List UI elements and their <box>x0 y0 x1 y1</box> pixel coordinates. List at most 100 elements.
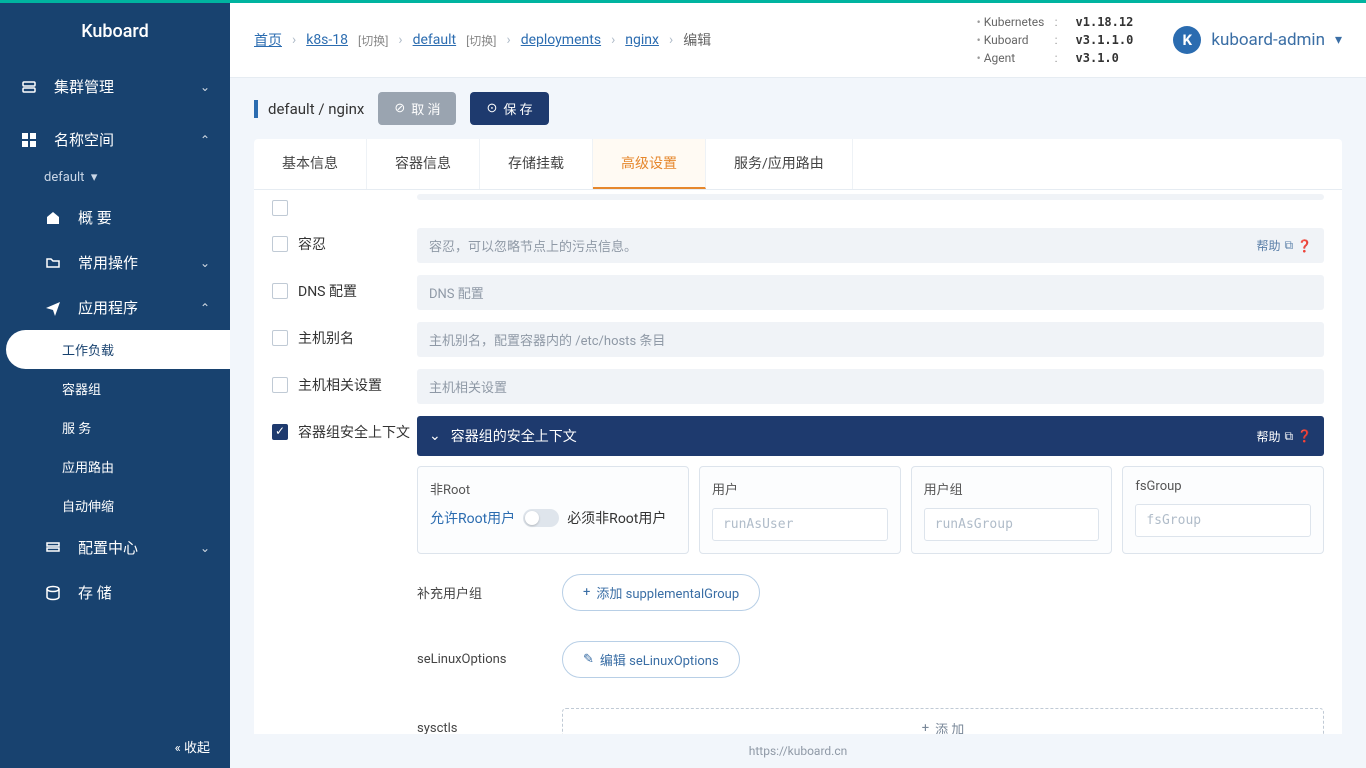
nav-hpa[interactable]: 自动伸缩 <box>0 486 230 525</box>
page-title: default / nginx <box>254 100 364 118</box>
nav-namespace[interactable]: 名称空间 ⌃ <box>0 113 230 166</box>
avatar: K <box>1173 26 1201 54</box>
card-title: 用户组 <box>924 479 1100 498</box>
placeholder-hostset[interactable]: 主机相关设置 <box>417 369 1324 404</box>
nav-label: 集群管理 <box>54 76 114 97</box>
collapse-button[interactable]: « 收起 <box>0 725 230 768</box>
bc-switch[interactable]: [切换] <box>466 32 496 49</box>
bc-action: 编辑 <box>683 30 711 50</box>
checkbox-dns[interactable] <box>272 283 288 299</box>
label-hostalias: 主机别名 <box>298 328 354 348</box>
label-toleration: 容忍 <box>298 234 326 254</box>
tab-service[interactable]: 服务/应用路由 <box>706 139 853 189</box>
nav-label: 配置中心 <box>78 537 138 558</box>
card-group: 用户组 <box>911 466 1113 554</box>
help-link[interactable]: 帮助 ⧉ ❓ <box>1256 237 1312 254</box>
bc-switch[interactable]: [切换] <box>358 32 388 49</box>
tab-basic[interactable]: 基本信息 <box>254 139 367 189</box>
label-sysctls: sysctls <box>417 721 562 734</box>
chevron-right-icon: › <box>292 32 296 48</box>
close-icon: ⊘ <box>394 101 405 116</box>
version-list: Kubernetes: v1.18.12 Kuboard: v3.1.1.0 A… <box>977 13 1134 67</box>
home-icon <box>44 209 62 227</box>
fsgroup-input[interactable] <box>1135 504 1311 537</box>
chevron-up-icon: ⌃ <box>200 301 210 315</box>
caret-down-icon: ▾ <box>1335 32 1342 48</box>
edit-icon: ✎ <box>583 652 594 667</box>
label-supp: 补充用户组 <box>417 583 562 602</box>
runasgroup-input[interactable] <box>924 508 1100 541</box>
send-icon <box>44 299 62 317</box>
chevron-down-icon: ⌄ <box>200 256 210 270</box>
grid-icon <box>20 131 38 149</box>
add-supplemental-button[interactable]: +添加 supplementalGroup <box>562 574 760 611</box>
nav-overview[interactable]: 概 要 <box>0 195 230 240</box>
layers-icon <box>20 78 38 96</box>
folder-icon <box>44 254 62 272</box>
nav-services[interactable]: 服 务 <box>0 408 230 447</box>
help-link[interactable]: 帮助 ⧉ ❓ <box>1256 428 1312 445</box>
nav-pods[interactable]: 容器组 <box>0 369 230 408</box>
user-menu[interactable]: K kuboard-admin ▾ <box>1173 26 1342 54</box>
card-nonroot: 非Root 允许Root用户 必须非Root用户 <box>417 466 689 554</box>
nav-label: 应用程序 <box>78 297 138 318</box>
bc-name[interactable]: nginx <box>625 32 659 48</box>
external-icon: ⧉ <box>1284 429 1293 444</box>
security-header[interactable]: ⌄ 容器组的安全上下文 帮助 ⧉ ❓ <box>417 416 1324 456</box>
bc-home[interactable]: 首页 <box>254 30 282 50</box>
nav-label: 常用操作 <box>78 252 138 273</box>
footer-link[interactable]: https://kuboard.cn <box>230 734 1366 768</box>
placeholder-hostalias[interactable]: 主机别名，配置容器内的 /etc/hosts 条目 <box>417 322 1324 357</box>
placeholder-dns[interactable]: DNS 配置 <box>417 275 1324 310</box>
external-icon: ⧉ <box>1284 238 1293 253</box>
nav-ns-current[interactable]: default ▾ <box>0 166 230 195</box>
tab-advanced[interactable]: 高级设置 <box>593 139 706 189</box>
logo: Kuboard <box>0 3 230 60</box>
chevron-right-icon: › <box>507 32 511 48</box>
save-button[interactable]: ⊙保 存 <box>470 92 548 125</box>
checkbox-hostalias[interactable] <box>272 330 288 346</box>
checkbox-hostset[interactable] <box>272 377 288 393</box>
tab-storage[interactable]: 存储挂载 <box>480 139 593 189</box>
card-title: 非Root <box>430 479 676 498</box>
add-sysctl-button[interactable]: +添 加 <box>562 708 1324 734</box>
checkbox[interactable] <box>272 200 288 216</box>
nav-common[interactable]: 常用操作 ⌄ <box>0 240 230 285</box>
nav-workloads[interactable]: 工作负载 <box>6 330 230 369</box>
bc-cluster[interactable]: k8s-18 <box>306 32 348 48</box>
card-user: 用户 <box>699 466 901 554</box>
question-icon: ❓ <box>1297 429 1312 443</box>
chevron-right-icon: › <box>611 32 615 48</box>
edit-selinux-button[interactable]: ✎编辑 seLinuxOptions <box>562 641 740 678</box>
nav-ingress[interactable]: 应用路由 <box>0 447 230 486</box>
chevron-down-icon: ⌄ <box>429 428 441 444</box>
nav-label: 名称空间 <box>54 129 114 150</box>
label-security: 容器组安全上下文 <box>298 422 410 442</box>
caret-down-icon: ▾ <box>91 170 98 185</box>
checkbox-security[interactable] <box>272 424 288 440</box>
chevron-down-icon: ⌄ <box>200 541 210 555</box>
bc-kind[interactable]: deployments <box>521 32 601 48</box>
opt-must-nonroot: 必须非Root用户 <box>567 508 666 528</box>
chevron-up-icon: ⌃ <box>200 133 210 147</box>
label-dns: DNS 配置 <box>298 281 357 301</box>
question-icon: ❓ <box>1297 239 1312 253</box>
label-hostset: 主机相关设置 <box>298 375 382 395</box>
plus-icon: + <box>583 585 590 600</box>
tab-container[interactable]: 容器信息 <box>367 139 480 189</box>
nonroot-switch[interactable] <box>523 509 559 527</box>
cancel-button[interactable]: ⊘取 消 <box>378 92 456 125</box>
check-icon: ⊙ <box>486 101 497 116</box>
nav-storage[interactable]: 存 储 <box>0 570 230 615</box>
plus-icon: + <box>922 721 929 734</box>
bc-ns[interactable]: default <box>413 32 457 48</box>
checkbox-toleration[interactable] <box>272 236 288 252</box>
nav-label: 概 要 <box>78 207 112 228</box>
nav-cluster[interactable]: 集群管理 ⌄ <box>0 60 230 113</box>
nav-config[interactable]: 配置中心 ⌄ <box>0 525 230 570</box>
nav-apps[interactable]: 应用程序 ⌃ <box>0 285 230 330</box>
runasuser-input[interactable] <box>712 508 888 541</box>
breadcrumb: 首页 › k8s-18 [切换] › default [切换] › deploy… <box>254 30 711 50</box>
nav-label: 存 储 <box>78 582 112 603</box>
placeholder-toleration[interactable]: 容忍，可以忽略节点上的污点信息。 帮助 ⧉ ❓ <box>417 228 1324 263</box>
